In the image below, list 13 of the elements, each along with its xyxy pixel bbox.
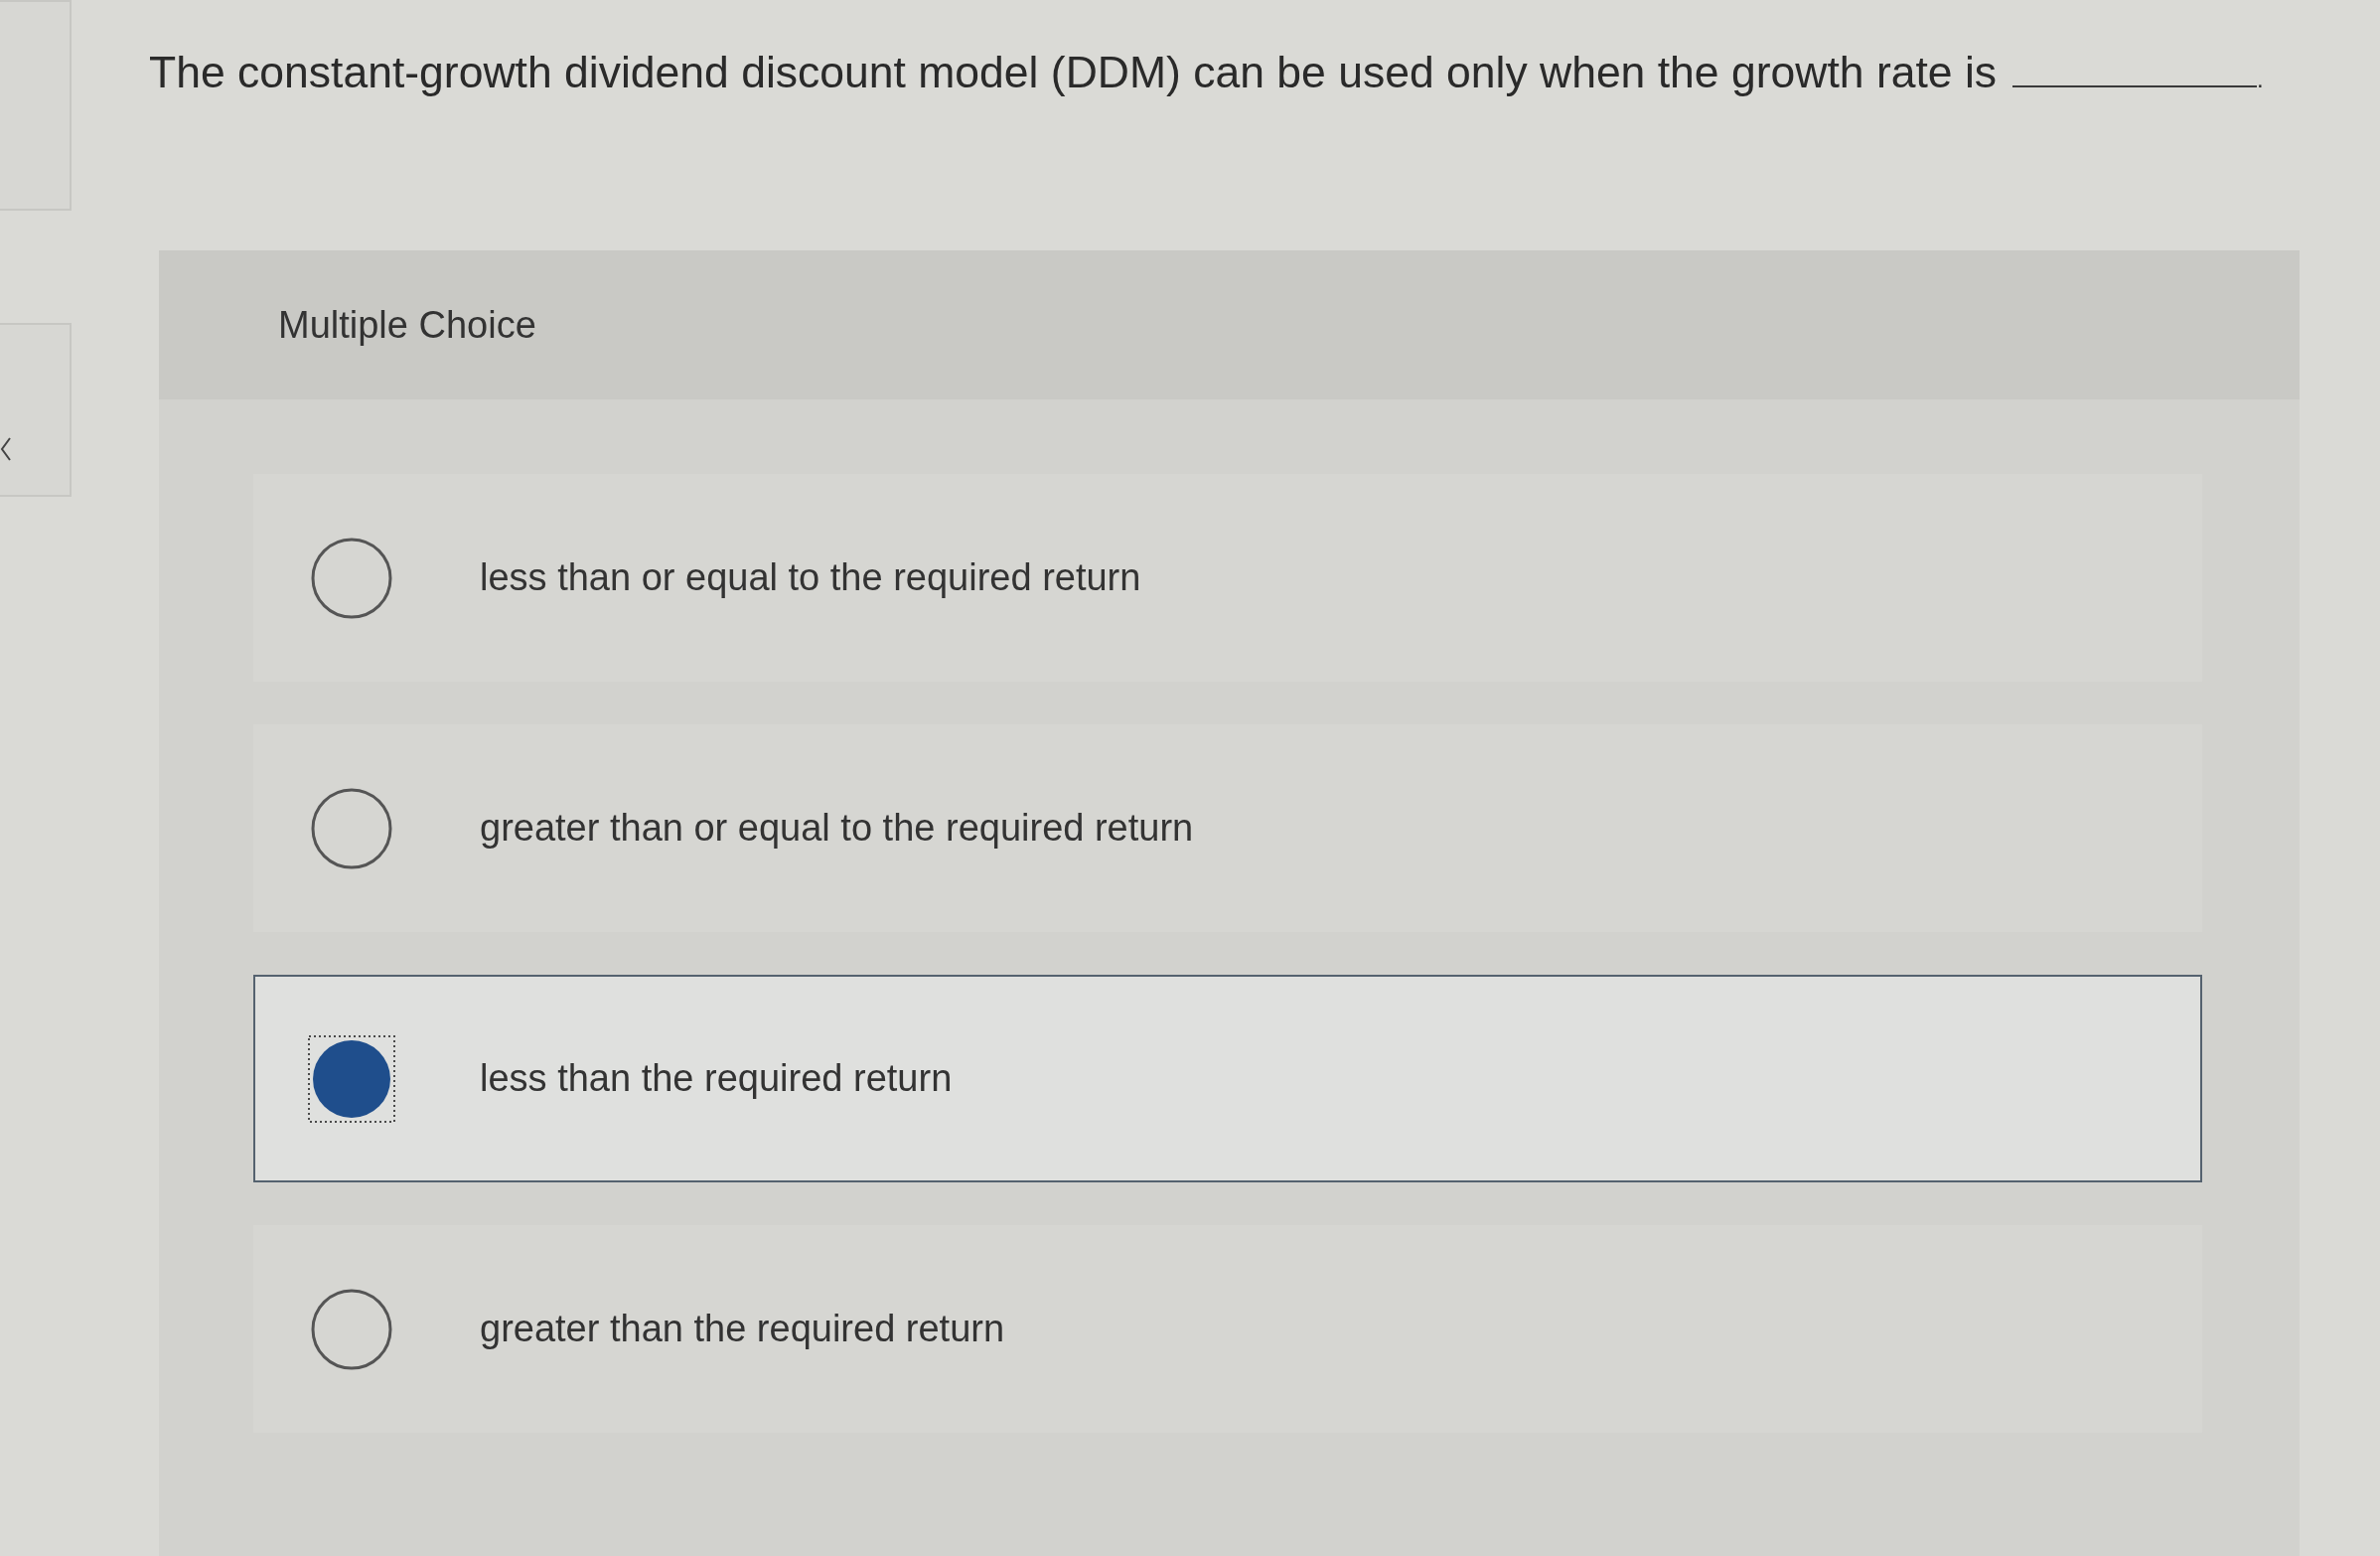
answer-option[interactable]: greater than the required return	[253, 1225, 2202, 1433]
option-label: greater than or equal to the required return	[480, 807, 1194, 850]
answer-option[interactable]: less than the required return	[253, 975, 2202, 1182]
panel-title: Multiple Choice	[278, 303, 536, 347]
question-text: The constant-growth dividend discount model (DDM) can be used only when the growth rate is	[149, 48, 1998, 97]
radio-button[interactable]	[308, 1034, 395, 1123]
option-label: less than the required return	[480, 1057, 953, 1100]
option-label: less than or equal to the required return	[480, 556, 1141, 599]
answer-option[interactable]: greater than or equal to the required return	[253, 724, 2202, 932]
chevron-left-icon[interactable]	[0, 436, 12, 462]
sentence-period: .	[2257, 68, 2264, 91]
answer-option[interactable]: less than or equal to the required return	[253, 474, 2202, 682]
option-label: greater than the required return	[480, 1308, 1005, 1350]
